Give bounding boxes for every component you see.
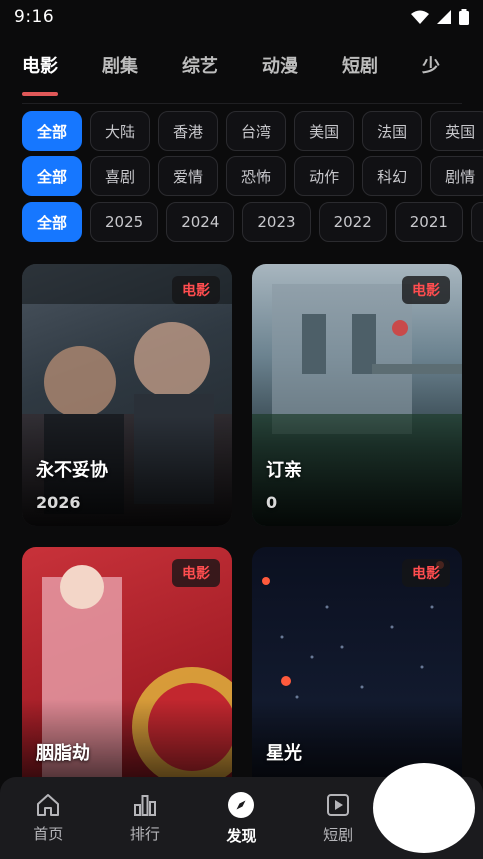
wifi-icon (411, 10, 429, 24)
nav-ranking[interactable]: 排行 (97, 777, 194, 859)
region-chip-taiwan[interactable]: 台湾 (226, 111, 287, 151)
status-icons (411, 9, 469, 25)
region-chip-france[interactable]: 法国 (362, 111, 423, 151)
tab-short-drama[interactable]: 短剧 (320, 40, 400, 100)
status-bar: 9:16 (0, 0, 483, 34)
region-chip-uk[interactable]: 英国 (430, 111, 483, 151)
card-title: 星光 (266, 743, 302, 764)
nav-label: 短剧 (323, 825, 354, 844)
tab-anime[interactable]: 动漫 (240, 40, 320, 100)
nav-short-drama[interactable]: 短剧 (290, 777, 387, 859)
tab-kids[interactable]: 少 (400, 40, 462, 100)
genre-filter-row: 全部 喜剧 爱情 恐怖 动作 科幻 剧情 (22, 156, 483, 196)
year-filter-row: 全部 2025 2024 2023 2022 2021 (22, 202, 483, 242)
nav-label: 首页 (33, 824, 64, 843)
card-title: 永不妥协 (36, 460, 108, 481)
status-time: 9:16 (14, 7, 55, 27)
region-chip-mainland[interactable]: 大陆 (90, 111, 151, 151)
genre-chip-action[interactable]: 动作 (294, 156, 355, 196)
genre-chip-romance[interactable]: 爱情 (158, 156, 219, 196)
region-filter-row: 全部 大陆 香港 台湾 美国 法国 英国 (22, 111, 483, 151)
year-chip-2024[interactable]: 2024 (166, 202, 235, 242)
type-badge: 电影 (402, 276, 450, 304)
nav-home[interactable]: 首页 (0, 777, 97, 859)
card-year: 0 (266, 493, 278, 512)
compass-icon (228, 791, 255, 818)
home-icon (37, 793, 60, 816)
tabs-divider (22, 103, 462, 104)
year-chip-2025[interactable]: 2025 (90, 202, 159, 242)
floating-bubble[interactable] (373, 763, 475, 853)
movie-card[interactable]: 电影 订亲 0 (252, 264, 462, 526)
region-chip-all[interactable]: 全部 (22, 111, 83, 151)
region-chip-usa[interactable]: 美国 (294, 111, 355, 151)
category-tabs: 电影 剧集 综艺 动漫 短剧 少 (0, 40, 483, 100)
tab-label: 少 (422, 56, 440, 77)
genre-chip-drama[interactable]: 剧情 (430, 156, 483, 196)
type-badge: 电影 (172, 559, 220, 587)
card-title: 胭脂劫 (36, 743, 90, 764)
nav-label: 排行 (129, 824, 160, 843)
year-chip-all[interactable]: 全部 (22, 202, 83, 242)
genre-chip-all[interactable]: 全部 (22, 156, 83, 196)
nav-label: 发现 (226, 826, 257, 845)
active-tab-indicator (22, 92, 58, 96)
card-year: 2026 (36, 493, 81, 512)
battery-icon (459, 9, 469, 25)
tab-label: 短剧 (342, 56, 378, 77)
year-chip-more[interactable] (470, 202, 483, 242)
tab-label: 综艺 (182, 56, 218, 77)
type-badge: 电影 (402, 559, 450, 587)
region-chip-hongkong[interactable]: 香港 (158, 111, 219, 151)
movie-card[interactable]: 电影 永不妥协 2026 (22, 264, 232, 526)
genre-chip-horror[interactable]: 恐怖 (226, 156, 287, 196)
card-title: 订亲 (266, 460, 302, 481)
genre-chip-scifi[interactable]: 科幻 (362, 156, 423, 196)
cellular-signal-icon (437, 10, 451, 24)
genre-chip-comedy[interactable]: 喜剧 (90, 156, 151, 196)
tab-movie[interactable]: 电影 (0, 40, 80, 100)
year-chip-2023[interactable]: 2023 (242, 202, 311, 242)
tab-label: 电影 (22, 56, 58, 77)
year-chip-2021[interactable]: 2021 (394, 202, 463, 242)
movie-card[interactable]: 电影 胭脂劫 (22, 547, 232, 809)
type-badge: 电影 (172, 276, 220, 304)
tab-variety[interactable]: 综艺 (160, 40, 240, 100)
bar-chart-icon (133, 794, 156, 816)
nav-discover[interactable]: 发现 (193, 777, 290, 859)
tab-label: 动漫 (262, 56, 298, 77)
tab-series[interactable]: 剧集 (80, 40, 160, 100)
play-square-icon (327, 793, 350, 816)
year-chip-2022[interactable]: 2022 (318, 202, 387, 242)
tab-label: 剧集 (102, 56, 138, 77)
